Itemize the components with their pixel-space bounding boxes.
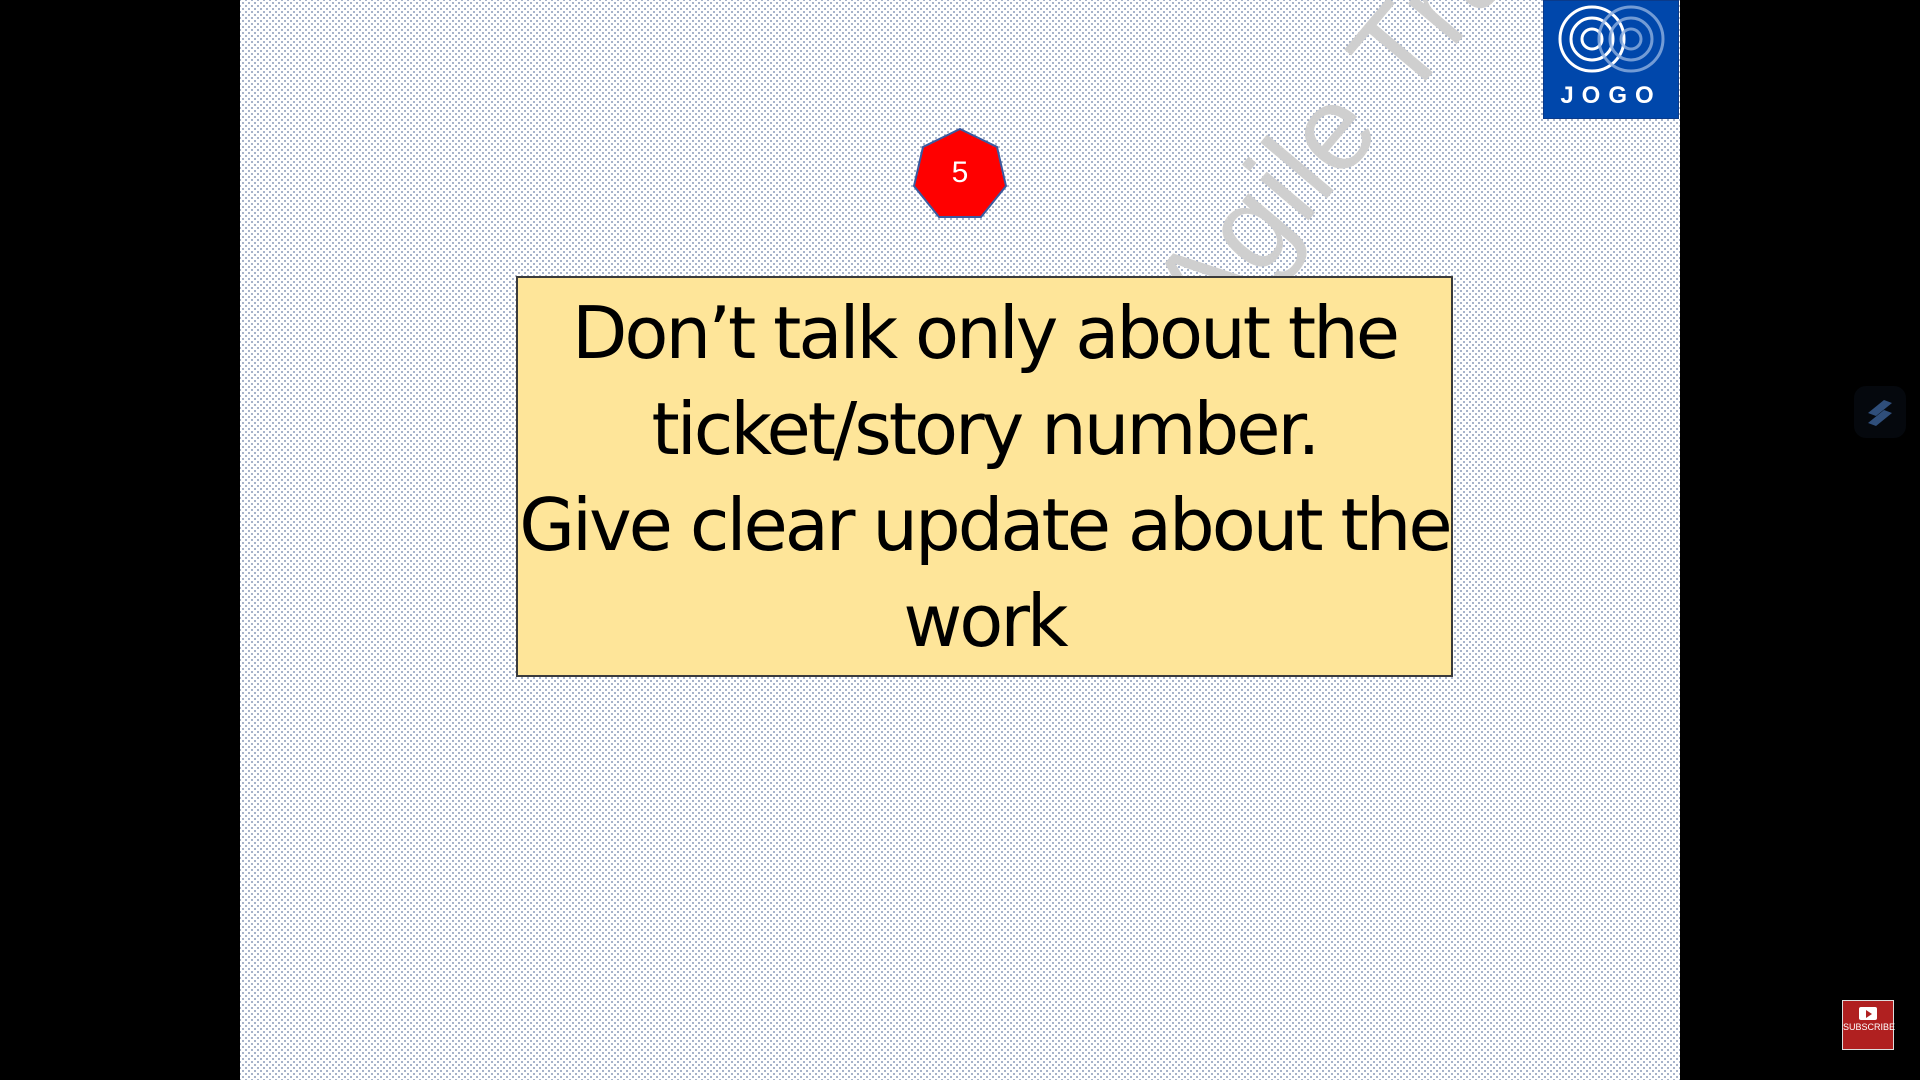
step-number-badge: 5 [911,126,1009,220]
jogo-logo: JOGO [1543,0,1679,119]
subscribe-label: SUBSCRIBE [1843,1022,1896,1032]
message-text: Don’t talk only about the ticket/story n… [519,290,1452,663]
concentric-circles-icon [1558,5,1665,73]
app-logo-icon[interactable] [1854,386,1906,438]
message-card: Don’t talk only about the ticket/story n… [516,276,1453,677]
presentation-slide: JOGO Agile Training JOGO 5 Don’t talk on… [240,0,1680,1080]
logo-text: JOGO [1560,82,1662,109]
subscribe-button[interactable]: SUBSCRIBE [1842,1000,1896,1050]
play-icon [1859,1007,1877,1020]
step-number: 5 [951,156,969,189]
